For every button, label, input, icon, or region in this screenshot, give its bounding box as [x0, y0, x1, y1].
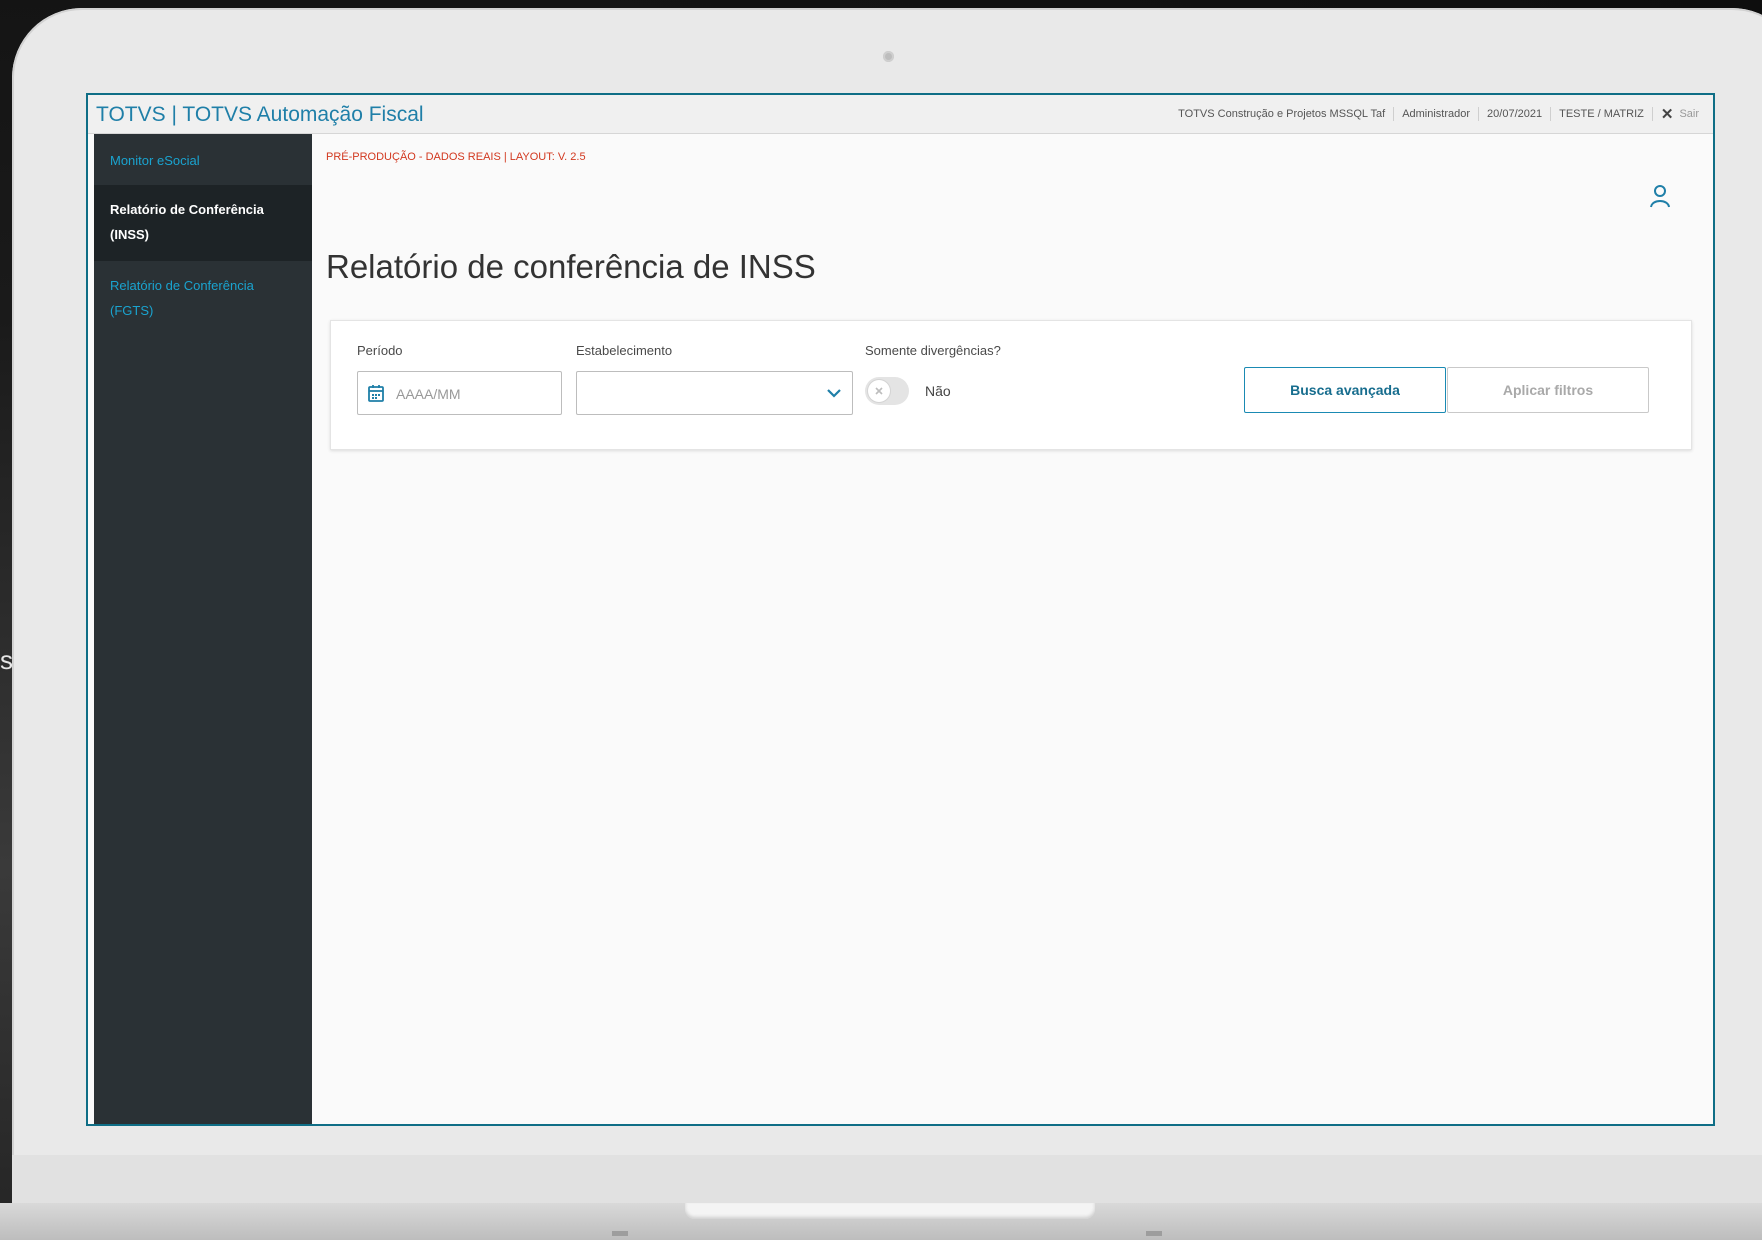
divergences-value: Não	[925, 383, 951, 399]
exit-link[interactable]: Sair	[1679, 108, 1699, 120]
calendar-icon[interactable]	[368, 384, 384, 402]
period-placeholder: AAAA/MM	[396, 386, 461, 402]
laptop-bezel	[12, 1155, 1762, 1203]
toggle-knob	[868, 380, 890, 402]
branch-name[interactable]: TESTE / MATRIZ	[1559, 108, 1644, 120]
chevron-down-icon[interactable]	[826, 386, 842, 400]
period-label: Período	[357, 343, 403, 358]
divider	[1478, 107, 1480, 121]
sidebar-item-label: Monitor eSocial	[110, 153, 200, 168]
user-name: Administrador	[1402, 108, 1471, 120]
camera-icon	[883, 51, 894, 62]
sidebar-item-label: Relatório de Conferência (FGTS)	[110, 278, 254, 318]
establishment-select[interactable]	[576, 371, 853, 415]
divider	[1651, 107, 1653, 121]
top-bar: TOTVS | TOTVS Automação Fiscal TOTVS Con…	[88, 95, 1713, 134]
sidebar-item-monitor-esocial[interactable]: Monitor eSocial	[94, 134, 312, 185]
divergences-toggle[interactable]	[865, 377, 909, 405]
close-icon[interactable]: ✕	[1661, 105, 1674, 123]
divider	[1550, 107, 1552, 121]
main-content: PRÉ-PRODUÇÃO - DADOS REAIS | LAYOUT: V. …	[312, 134, 1713, 1124]
app-screen: TOTVS | TOTVS Automação Fiscal TOTVS Con…	[86, 93, 1715, 1126]
session-date: 20/07/2021	[1487, 108, 1543, 120]
close-icon	[875, 387, 883, 395]
company-name: TOTVS Construção e Projetos MSSQL Taf	[1178, 108, 1386, 120]
laptop-foot	[1146, 1231, 1162, 1236]
sidebar: Monitor eSocial Relatório de Conferência…	[94, 134, 312, 1124]
environment-banner: PRÉ-PRODUÇÃO - DADOS REAIS | LAYOUT: V. …	[326, 151, 586, 163]
sidebar-item-inss-report[interactable]: Relatório de Conferência (INSS)	[94, 185, 312, 261]
user-icon[interactable]	[1649, 184, 1671, 208]
sidebar-item-label: Relatório de Conferência (INSS)	[110, 202, 264, 242]
laptop-notch	[685, 1203, 1095, 1219]
sidebar-item-fgts-report[interactable]: Relatório de Conferência (FGTS)	[94, 261, 312, 323]
page-title: Relatório de conferência de INSS	[326, 248, 816, 286]
apply-filters-button[interactable]: Aplicar filtros	[1447, 367, 1649, 413]
establishment-label: Estabelecimento	[576, 343, 673, 358]
divergences-label: Somente divergências?	[865, 343, 1001, 358]
session-info: TOTVS Construção e Projetos MSSQL Taf Ad…	[1178, 105, 1699, 123]
app-title: TOTVS | TOTVS Automação Fiscal	[96, 103, 424, 126]
filter-panel: Período AAAA/MM Estabelecimento Somente …	[330, 320, 1692, 450]
advanced-search-button[interactable]: Busca avançada	[1244, 367, 1446, 413]
laptop-foot	[612, 1231, 628, 1236]
divider	[1393, 107, 1395, 121]
period-input[interactable]: AAAA/MM	[357, 371, 562, 415]
